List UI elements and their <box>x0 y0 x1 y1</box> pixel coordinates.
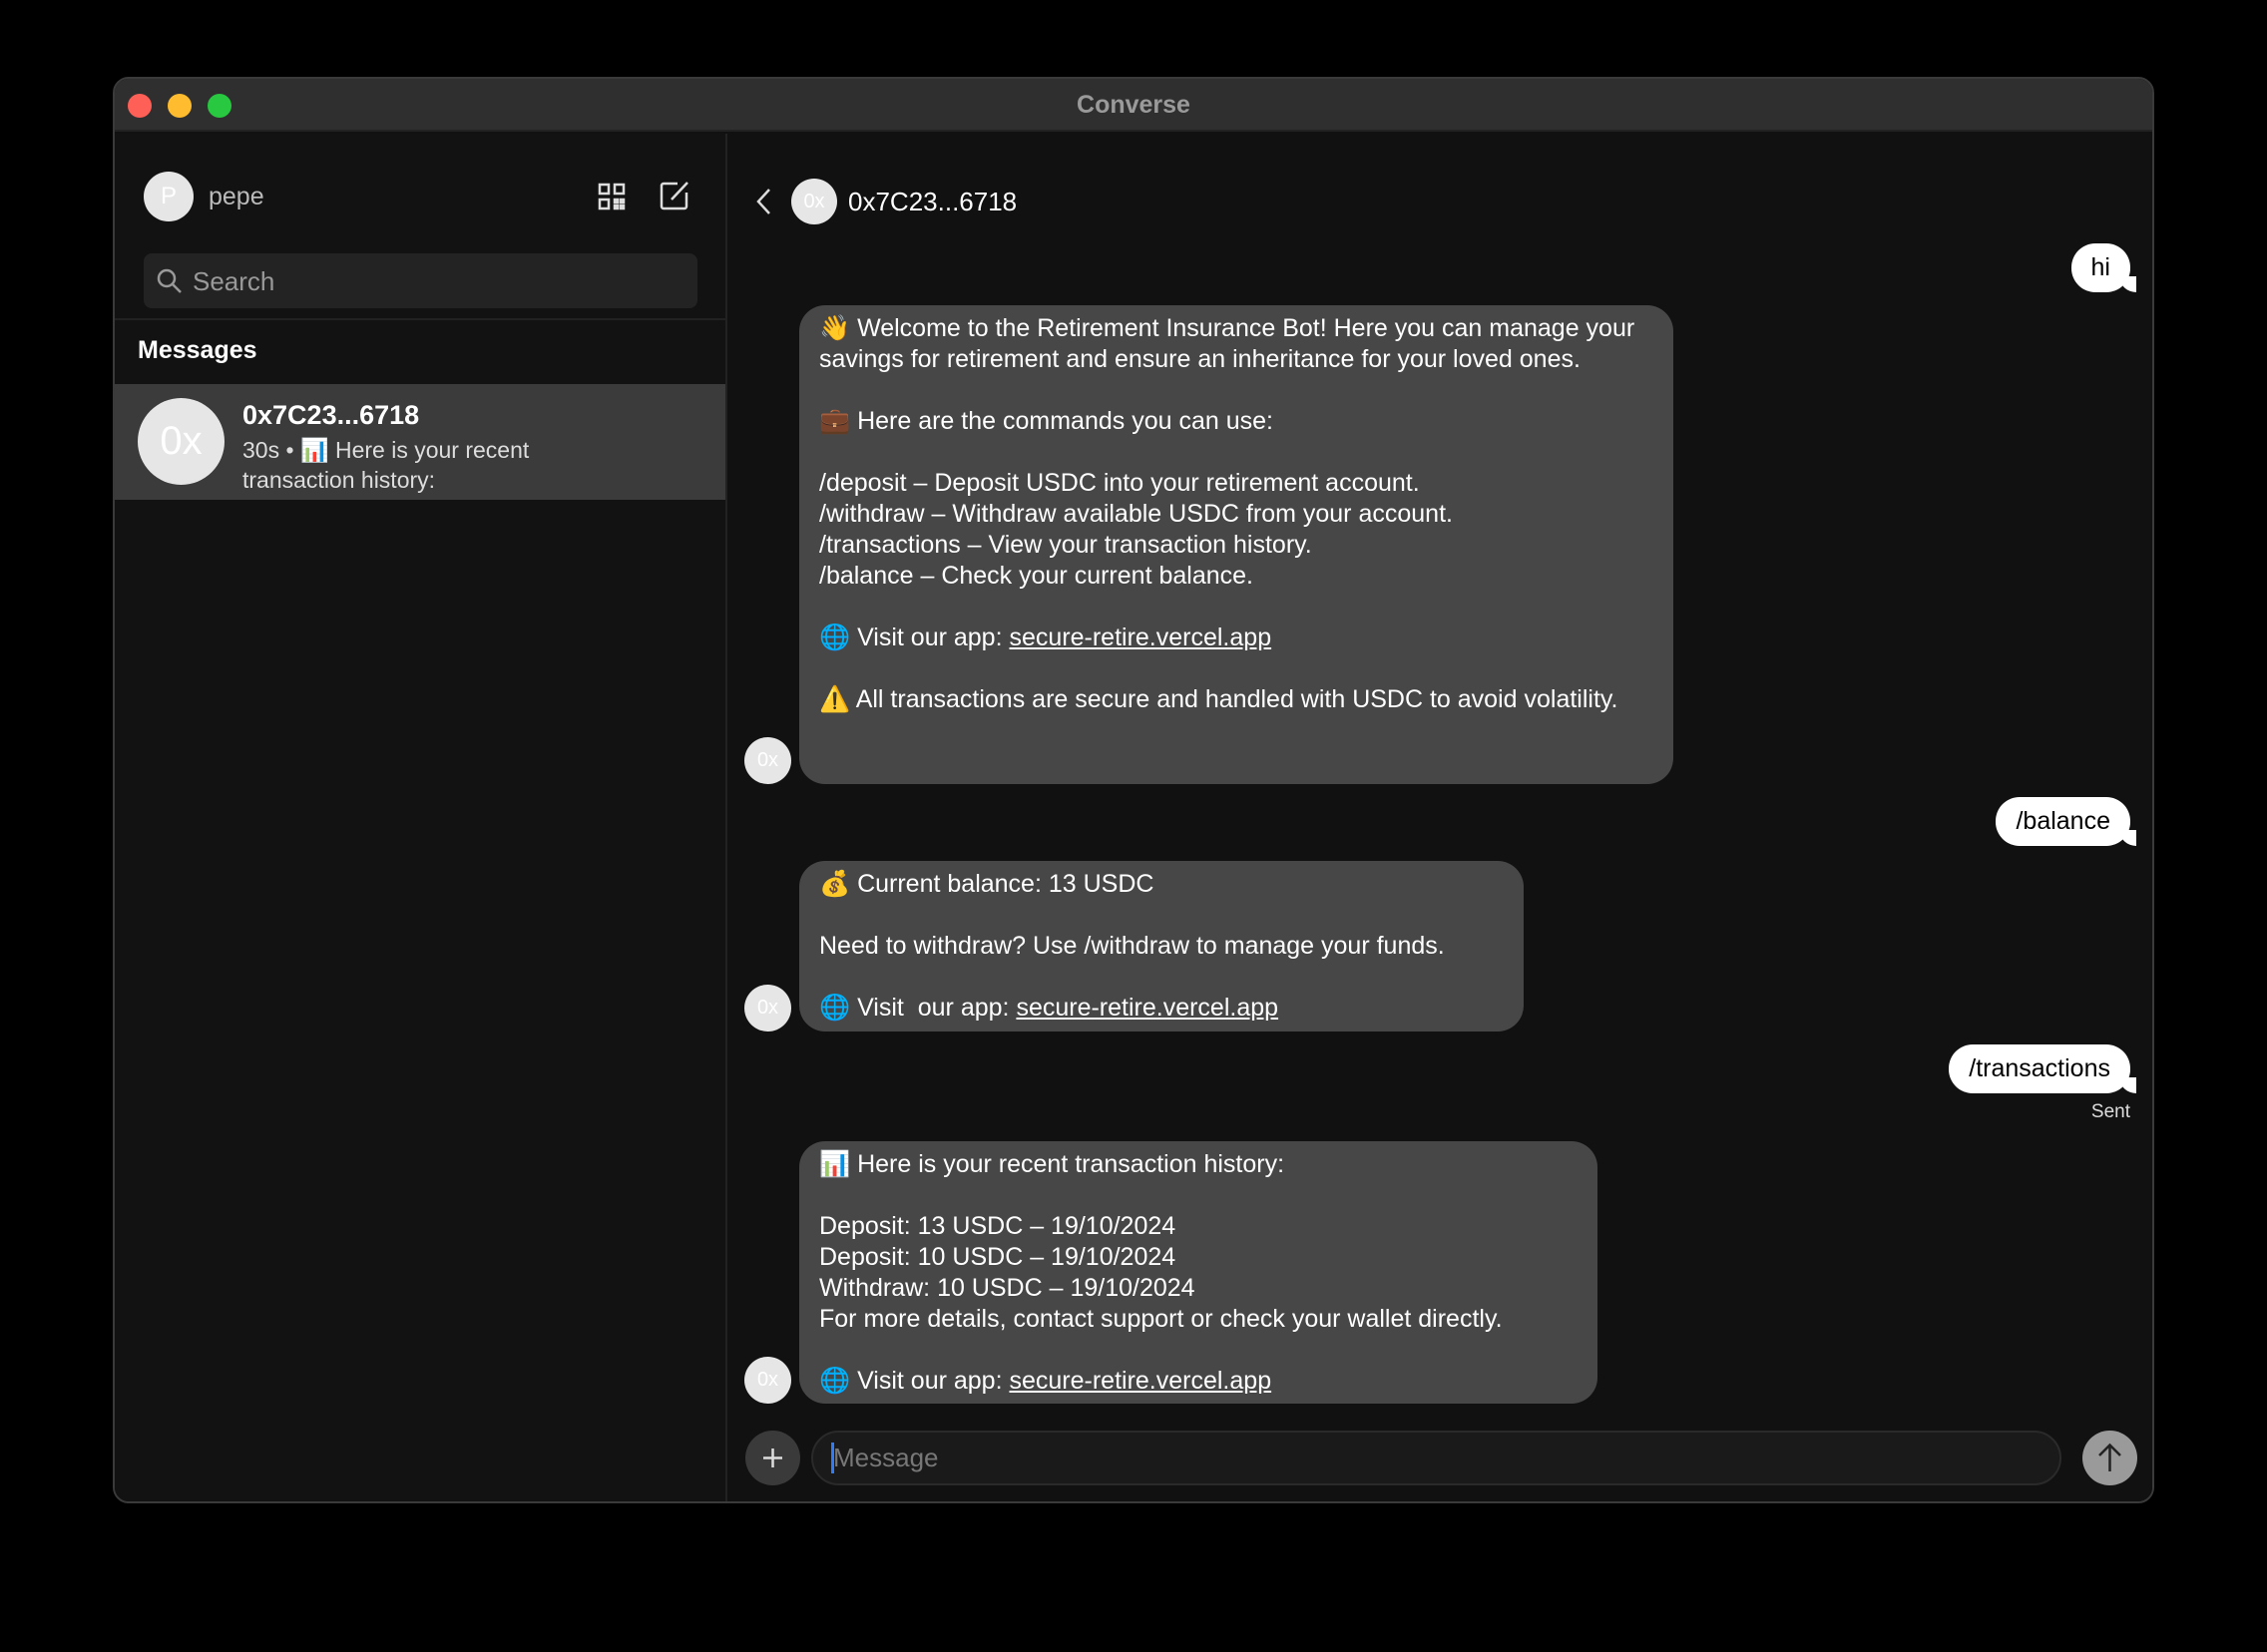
bot-avatar: 0x <box>744 985 791 1032</box>
link-prefix: 🌐 Visit our app: <box>819 1367 1010 1395</box>
message-line <box>819 592 1653 622</box>
message-line: Deposit: 10 USDC – 19/10/2024 <box>819 1243 1176 1271</box>
conversation-time: 30s <box>242 437 280 463</box>
app-link[interactable]: secure-retire.vercel.app <box>1009 623 1271 651</box>
search-placeholder: Search <box>193 266 275 296</box>
back-chevron-icon[interactable] <box>754 187 774 216</box>
app-link[interactable]: secure-retire.vercel.app <box>1016 994 1278 1022</box>
bot-avatar: 0x <box>744 1357 791 1404</box>
conversation-name: 0x7C23...6718 <box>242 400 420 430</box>
message-line <box>819 437 1653 468</box>
compose-icon[interactable] <box>658 179 691 212</box>
message-status: Sent <box>2090 1101 2130 1122</box>
message-line: For more details, contact support or che… <box>819 1305 1503 1333</box>
message-input[interactable]: Message <box>811 1431 2061 1485</box>
section-title: Messages <box>138 336 257 364</box>
arrow-up-icon <box>2098 1443 2121 1471</box>
link-line: 🌐 Visit our app: secure-retire.vercel.ap… <box>819 993 1504 1024</box>
bot-message: 📊 Here is your recent transaction histor… <box>799 1141 1597 1404</box>
app-window: Converse P pepe Search Messages 0x 0x7C2… <box>113 77 2154 1503</box>
message-line: 💼 Here are the commands you can use: <box>819 407 1273 435</box>
bot-message: 💰 Current balance: 13 USDC Need to withd… <box>799 861 1524 1032</box>
plus-icon <box>763 1448 782 1467</box>
divider <box>115 318 725 320</box>
sent-message: hi <box>2070 243 2137 292</box>
message-line <box>819 1335 1578 1366</box>
conversation-avatar: 0x <box>138 398 225 485</box>
attach-button[interactable] <box>745 1431 800 1485</box>
qr-code-icon[interactable] <box>598 183 626 210</box>
message-line <box>819 962 1504 993</box>
message-line <box>819 900 1504 931</box>
user-avatar[interactable]: P <box>144 172 194 221</box>
conversation-preview: 30s • 📊 Here is your recent transaction … <box>242 436 582 495</box>
send-button[interactable] <box>2082 1431 2137 1485</box>
search-input[interactable]: Search <box>144 253 697 308</box>
message-line: ⚠️ All transactions are secure and handl… <box>819 685 1618 713</box>
bot-message: 👋 Welcome to the Retirement Insurance Bo… <box>799 305 1673 784</box>
header-name: 0x7C23...6718 <box>848 187 1018 216</box>
sidebar: P pepe Search Messages 0x 0x7C23...6718 … <box>115 134 727 1501</box>
search-icon <box>157 268 182 293</box>
message-line: /balance – Check your current balance. <box>819 562 1253 590</box>
link-prefix: 🌐 Visit our app: <box>819 994 1017 1022</box>
sent-message: /transactions <box>1949 1044 2136 1093</box>
user-name: pepe <box>209 183 264 210</box>
message-line: 👋 Welcome to the Retirement Insurance Bo… <box>819 314 1642 373</box>
message-line: 💰 Current balance: 13 USDC <box>819 870 1154 898</box>
link-line: 🌐 Visit our app: secure-retire.vercel.ap… <box>819 1366 1578 1397</box>
message-line: Need to withdraw? Use /withdraw to manag… <box>819 932 1445 960</box>
chat-pane: 0x 0x7C23...6718 hi 👋 Welcome to the Ret… <box>729 134 2152 1501</box>
message-line: 📊 Here is your recent transaction histor… <box>819 1150 1285 1178</box>
bot-avatar: 0x <box>744 737 791 784</box>
message-line <box>819 375 1653 406</box>
message-line: Withdraw: 10 USDC – 19/10/2024 <box>819 1274 1195 1302</box>
message-placeholder: Message <box>833 1443 939 1472</box>
link-line: 🌐 Visit our app: secure-retire.vercel.ap… <box>819 622 1653 653</box>
title-bar: Converse <box>115 79 2152 132</box>
message-line: /withdraw – Withdraw available USDC from… <box>819 500 1453 528</box>
sent-message: /balance <box>1996 797 2136 846</box>
message-line <box>819 1180 1578 1211</box>
app-link[interactable]: secure-retire.vercel.app <box>1009 1367 1271 1395</box>
message-line: /transactions – View your transaction hi… <box>819 531 1312 559</box>
conversation-item[interactable]: 0x 0x7C23...6718 30s • 📊 Here is your re… <box>115 384 725 500</box>
message-line: /deposit – Deposit USDC into your retire… <box>819 469 1420 497</box>
chart-icon: 📊 <box>299 438 329 464</box>
window-title: Converse <box>1077 91 1190 119</box>
separator: • <box>285 437 294 463</box>
message-line <box>819 653 1653 684</box>
link-prefix: 🌐 Visit our app: <box>819 623 1010 651</box>
message-line: Deposit: 13 USDC – 19/10/2024 <box>819 1212 1176 1240</box>
header-avatar[interactable]: 0x <box>791 179 837 224</box>
